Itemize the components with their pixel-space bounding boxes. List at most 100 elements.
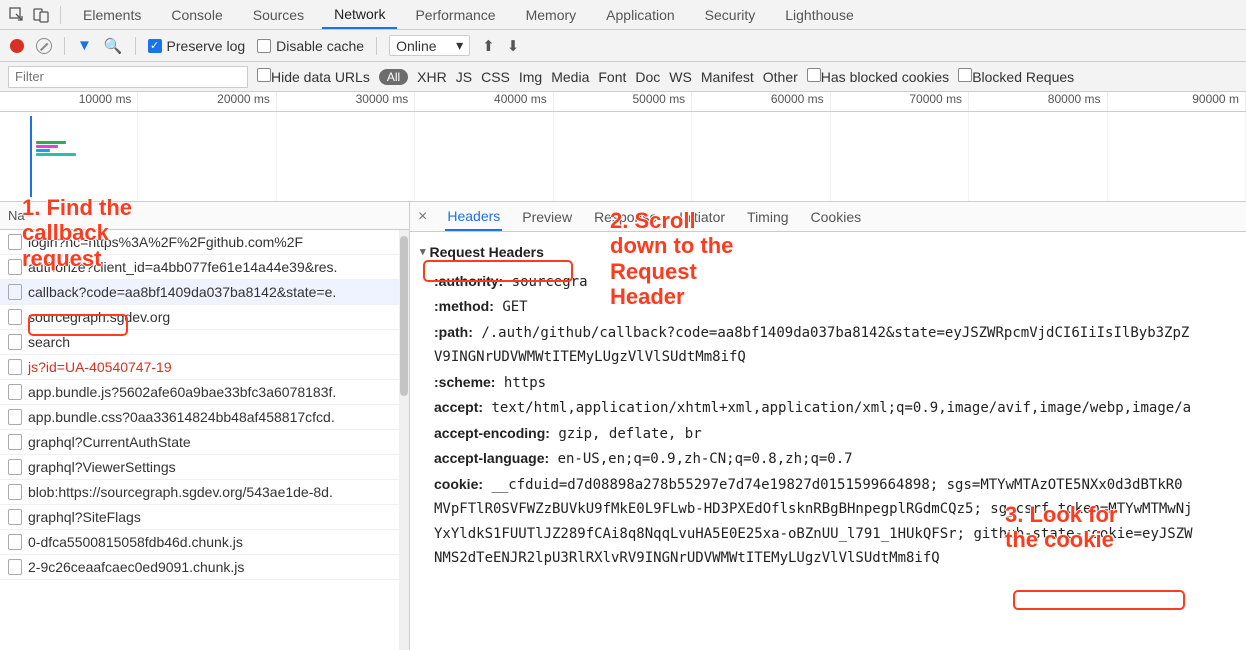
throttle-select[interactable]: Online ▾ <box>389 35 470 56</box>
document-icon <box>8 434 22 450</box>
header-accept-encoding: accept-encoding: gzip, deflate, br <box>420 421 1236 447</box>
separator <box>376 37 377 55</box>
request-row[interactable]: js?id=UA-40540747-19 <box>0 355 409 380</box>
filter-js[interactable]: JS <box>456 69 472 85</box>
separator <box>135 37 136 55</box>
tab-headers[interactable]: Headers <box>445 202 502 231</box>
filter-ws[interactable]: WS <box>669 69 692 85</box>
clear-icon[interactable] <box>36 38 52 54</box>
request-name: authorize?client_id=a4bb077fe61e14a44e39… <box>28 259 337 275</box>
request-row[interactable]: blob:https://sourcegraph.sgdev.org/543ae… <box>0 480 409 505</box>
filter-media[interactable]: Media <box>551 69 589 85</box>
request-name: 0-dfca5500815058fdb46d.chunk.js <box>28 534 243 550</box>
split-panes: Na login?nc=https%3A%2F%2Fgithub.com%2F a… <box>0 202 1246 650</box>
disable-cache-checkbox[interactable]: Disable cache <box>257 38 364 54</box>
scrollbar-thumb[interactable] <box>400 236 408 396</box>
inspect-icon[interactable] <box>8 6 26 24</box>
document-icon <box>8 234 22 250</box>
request-row[interactable]: authorize?client_id=a4bb077fe61e14a44e39… <box>0 255 409 280</box>
upload-icon[interactable]: ⬆ <box>482 37 495 55</box>
scrollbar[interactable] <box>399 230 409 650</box>
request-name: graphql?CurrentAuthState <box>28 434 191 450</box>
device-icon[interactable] <box>32 6 50 24</box>
request-headers-section[interactable]: Request Headers <box>420 238 1236 269</box>
request-row[interactable]: search <box>0 330 409 355</box>
filter-input[interactable] <box>8 66 248 88</box>
header-method: :method: GET <box>420 294 1236 320</box>
request-list[interactable]: login?nc=https%3A%2F%2Fgithub.com%2F auth… <box>0 230 409 650</box>
request-row[interactable]: 0-dfca5500815058fdb46d.chunk.js <box>0 530 409 555</box>
tab-elements[interactable]: Elements <box>71 0 153 29</box>
header-accept: accept: text/html,application/xhtml+xml,… <box>420 395 1236 421</box>
document-icon <box>8 559 22 575</box>
filter-xhr[interactable]: XHR <box>417 69 447 85</box>
request-name: app.bundle.js?5602afe60a9bae33bfc3a60781… <box>28 384 336 400</box>
tab-timing[interactable]: Timing <box>745 202 791 231</box>
request-row[interactable]: graphql?ViewerSettings <box>0 455 409 480</box>
filter-css[interactable]: CSS <box>481 69 510 85</box>
preserve-log-checkbox[interactable]: ✓Preserve log <box>148 38 246 54</box>
request-row[interactable]: callback?code=aa8bf1409da037ba8142&state… <box>0 280 409 305</box>
network-toolbar: ▼ 🔍 ✓Preserve log Disable cache Online ▾… <box>0 30 1246 62</box>
tab-response[interactable]: Response <box>592 202 659 231</box>
tab-preview[interactable]: Preview <box>520 202 574 231</box>
request-row[interactable]: app.bundle.css?0aa33614824bb48af458817cf… <box>0 405 409 430</box>
request-row[interactable]: app.bundle.js?5602afe60a9bae33bfc3a60781… <box>0 380 409 405</box>
document-icon <box>8 459 22 475</box>
document-icon <box>8 534 22 550</box>
filter-all[interactable]: All <box>379 69 408 85</box>
header-accept-language: accept-language: en-US,en;q=0.9,zh-CN;q=… <box>420 446 1236 472</box>
filter-font[interactable]: Font <box>598 69 626 85</box>
request-name: app.bundle.css?0aa33614824bb48af458817cf… <box>28 409 335 425</box>
document-icon <box>8 484 22 500</box>
timeline-ruler: 10000 ms 20000 ms 30000 ms 40000 ms 5000… <box>0 92 1246 112</box>
search-icon[interactable]: 🔍 <box>104 37 123 55</box>
tab-memory[interactable]: Memory <box>514 0 589 29</box>
request-detail-pane: × Headers Preview Response Initiator Tim… <box>410 202 1246 650</box>
tab-network[interactable]: Network <box>322 0 397 29</box>
hide-data-urls[interactable]: Hide data URLs <box>257 68 370 85</box>
has-blocked-cookies[interactable]: Has blocked cookies <box>807 68 949 85</box>
headers-body[interactable]: Request Headers :authority: sourcegra :m… <box>410 232 1246 650</box>
request-name: graphql?SiteFlags <box>28 509 141 525</box>
tab-application[interactable]: Application <box>594 0 687 29</box>
tab-security[interactable]: Security <box>693 0 768 29</box>
tab-console[interactable]: Console <box>159 0 234 29</box>
blocked-requests[interactable]: Blocked Reques <box>958 68 1074 85</box>
detail-tabs: × Headers Preview Response Initiator Tim… <box>410 202 1246 232</box>
filter-manifest[interactable]: Manifest <box>701 69 754 85</box>
tab-lighthouse[interactable]: Lighthouse <box>773 0 866 29</box>
devtools-tabbar: Elements Console Sources Network Perform… <box>0 0 1246 30</box>
request-list-pane: Na login?nc=https%3A%2F%2Fgithub.com%2F a… <box>0 202 410 650</box>
timeline-overview[interactable] <box>0 112 1246 202</box>
document-icon <box>8 334 22 350</box>
tab-performance[interactable]: Performance <box>403 0 507 29</box>
document-icon <box>8 259 22 275</box>
request-name: callback?code=aa8bf1409da037ba8142&state… <box>28 284 336 300</box>
header-authority: :authority: sourcegra <box>420 269 1236 295</box>
filter-img[interactable]: Img <box>519 69 542 85</box>
request-name: 2-9c26ceaafcaec0ed9091.chunk.js <box>28 559 244 575</box>
document-icon <box>8 384 22 400</box>
request-row[interactable]: 2-9c26ceaafcaec0ed9091.chunk.js <box>0 555 409 580</box>
record-button[interactable] <box>10 39 24 53</box>
filter-doc[interactable]: Doc <box>635 69 660 85</box>
request-list-header[interactable]: Na <box>0 202 409 230</box>
filter-icon[interactable]: ▼ <box>77 37 92 54</box>
request-name: graphql?ViewerSettings <box>28 459 176 475</box>
request-row[interactable]: sourcegraph.sgdev.org <box>0 305 409 330</box>
request-name: sourcegraph.sgdev.org <box>28 309 170 325</box>
request-name: js?id=UA-40540747-19 <box>28 359 172 375</box>
tab-initiator[interactable]: Initiator <box>677 202 727 231</box>
header-path: :path: /.auth/github/callback?code=aa8bf… <box>420 320 1236 346</box>
close-icon[interactable]: × <box>418 208 427 226</box>
filter-other[interactable]: Other <box>763 69 798 85</box>
request-row[interactable]: graphql?CurrentAuthState <box>0 430 409 455</box>
request-row[interactable]: login?nc=https%3A%2F%2Fgithub.com%2F <box>0 230 409 255</box>
download-icon[interactable]: ⬇ <box>507 37 520 55</box>
network-filter-bar: Hide data URLs All XHR JS CSS Img Media … <box>0 62 1246 92</box>
request-row[interactable]: graphql?SiteFlags <box>0 505 409 530</box>
tab-sources[interactable]: Sources <box>241 0 316 29</box>
request-name: blob:https://sourcegraph.sgdev.org/543ae… <box>28 484 333 500</box>
tab-cookies[interactable]: Cookies <box>809 202 864 231</box>
